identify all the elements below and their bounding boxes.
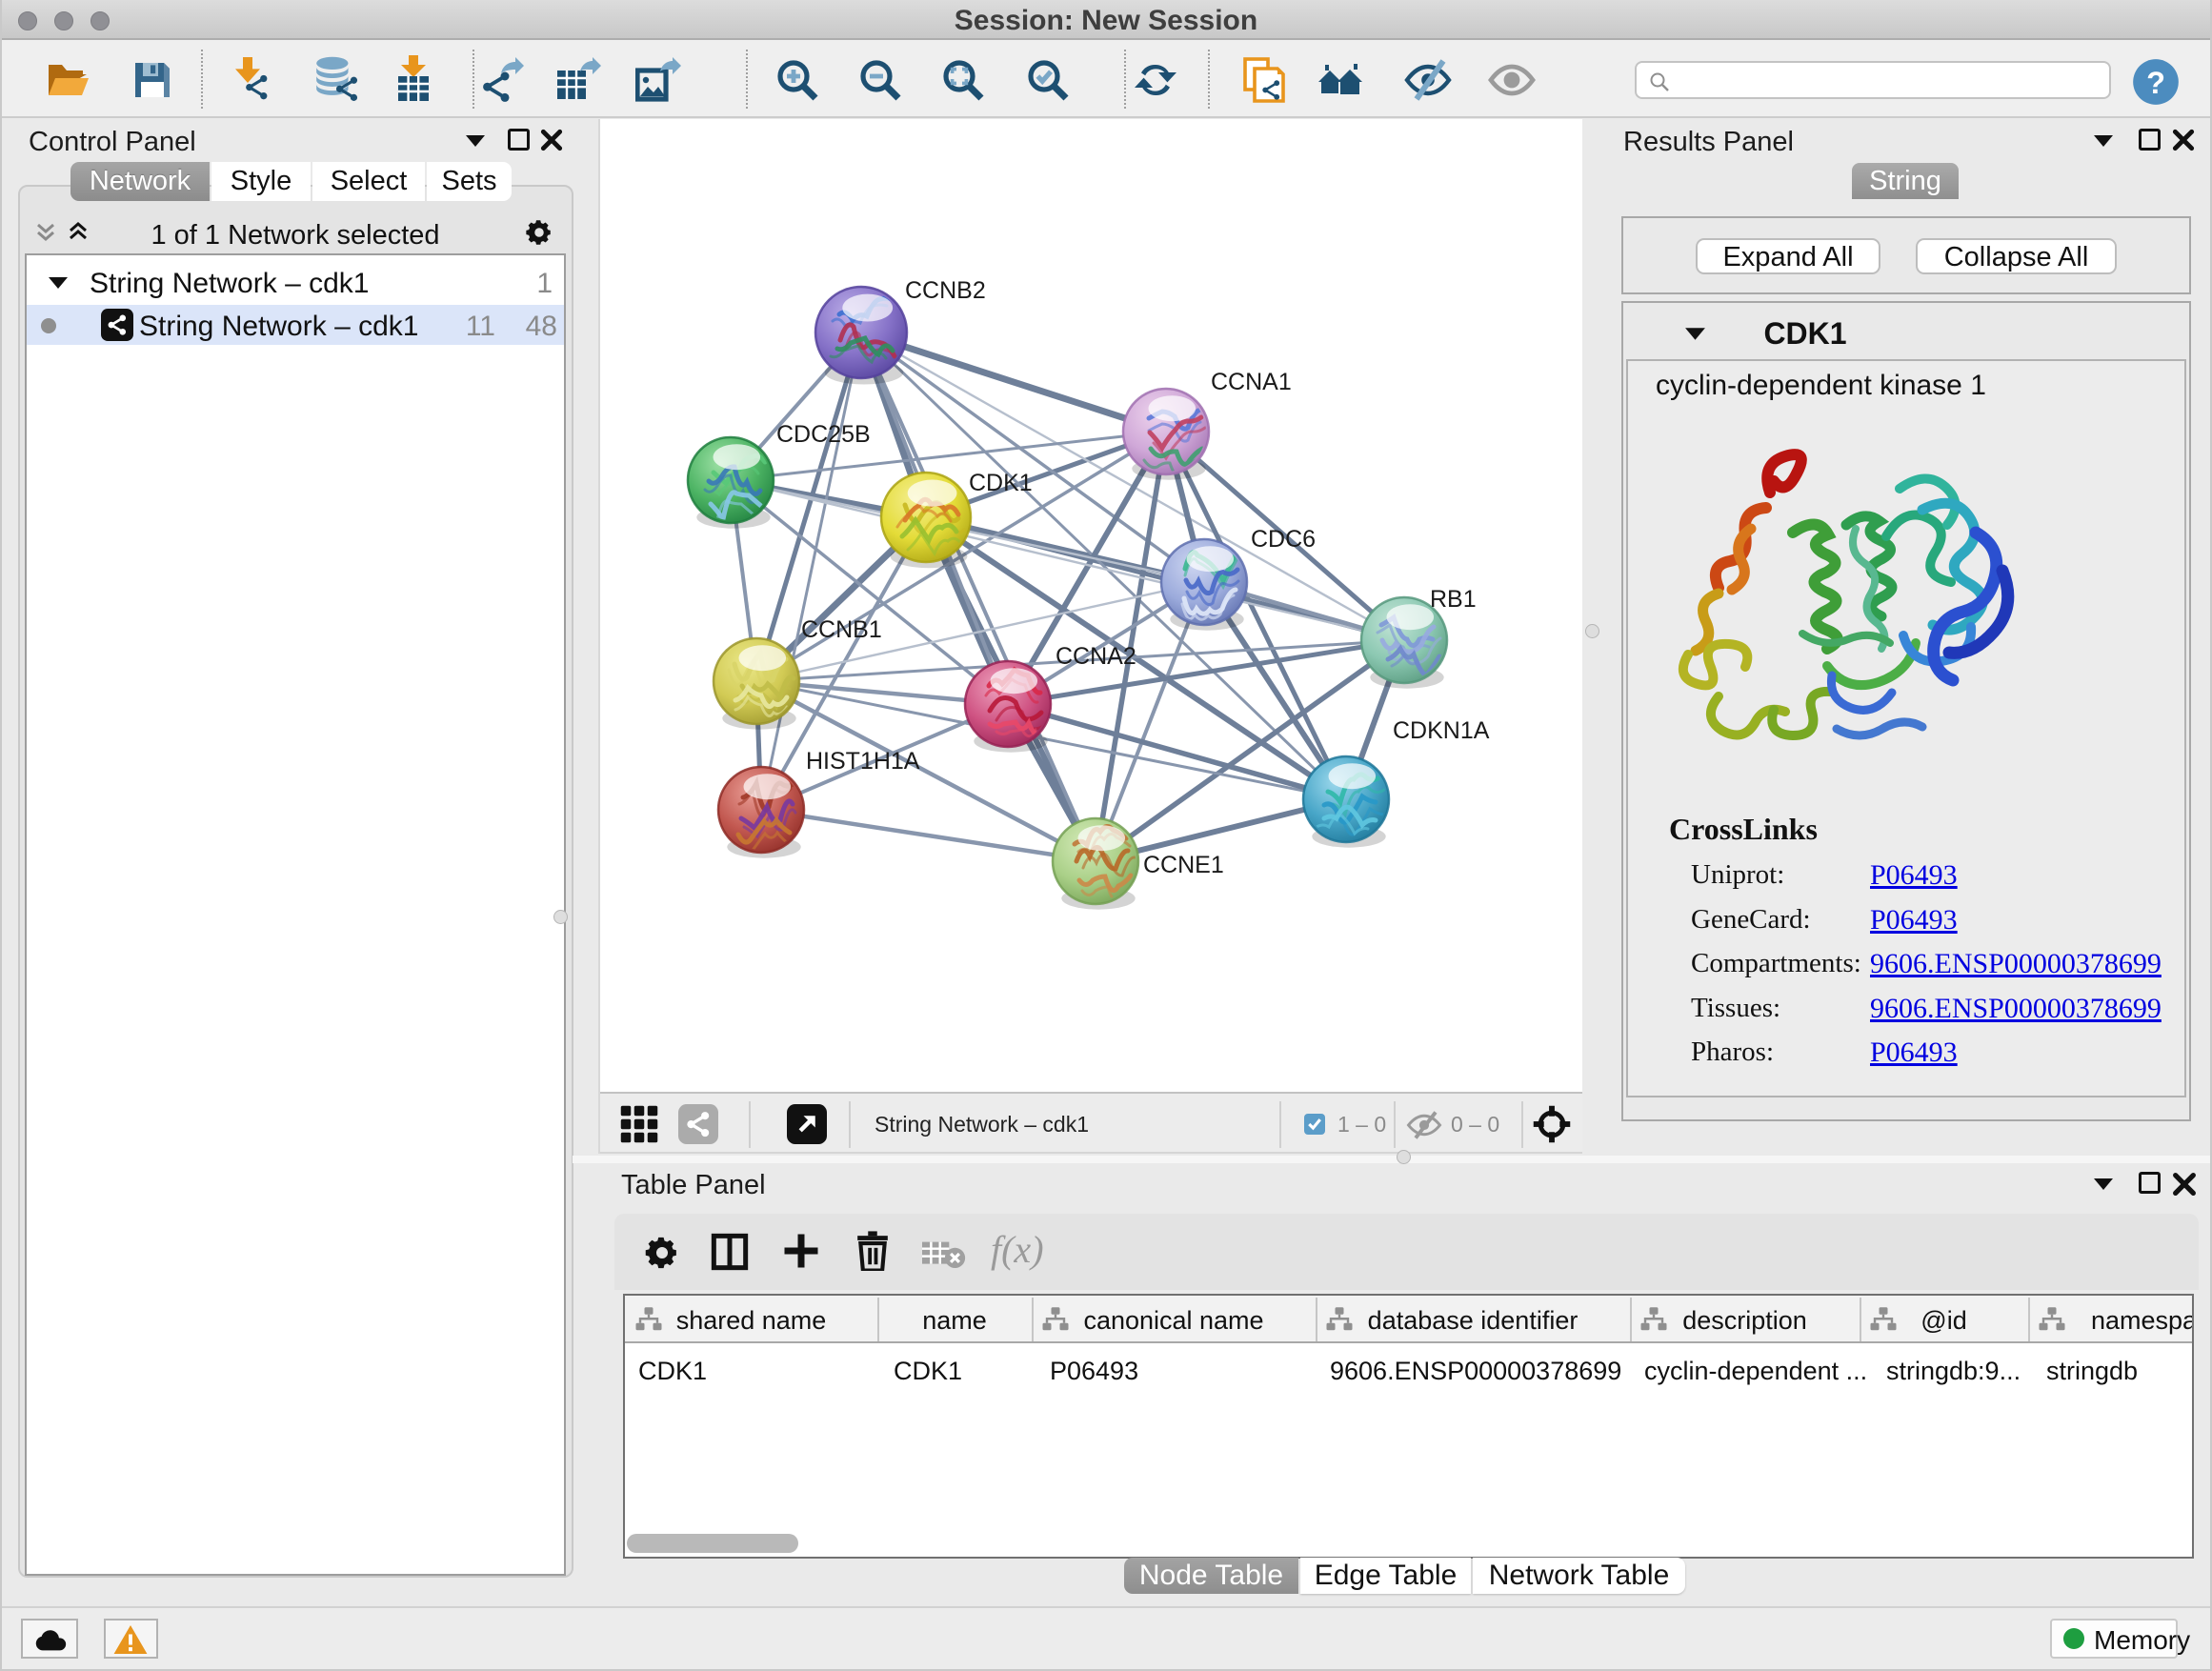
svg-text:RB1: RB1 [1430, 586, 1477, 613]
svg-text:CDC6: CDC6 [1251, 526, 1316, 553]
svg-text:CDK1: CDK1 [969, 470, 1033, 496]
svg-text:CCNA1: CCNA1 [1211, 369, 1292, 395]
svg-text:CCNA2: CCNA2 [1056, 643, 1136, 670]
svg-text:?: ? [2146, 66, 2165, 100]
svg-text:HIST1H1A: HIST1H1A [806, 748, 920, 775]
svg-text:CDKN1A: CDKN1A [1393, 717, 1490, 744]
svg-text:CCNE1: CCNE1 [1143, 852, 1224, 878]
svg-text:CCNB1: CCNB1 [801, 616, 882, 643]
svg-text:CDC25B: CDC25B [776, 421, 871, 448]
svg-text:CCNB2: CCNB2 [905, 277, 986, 304]
